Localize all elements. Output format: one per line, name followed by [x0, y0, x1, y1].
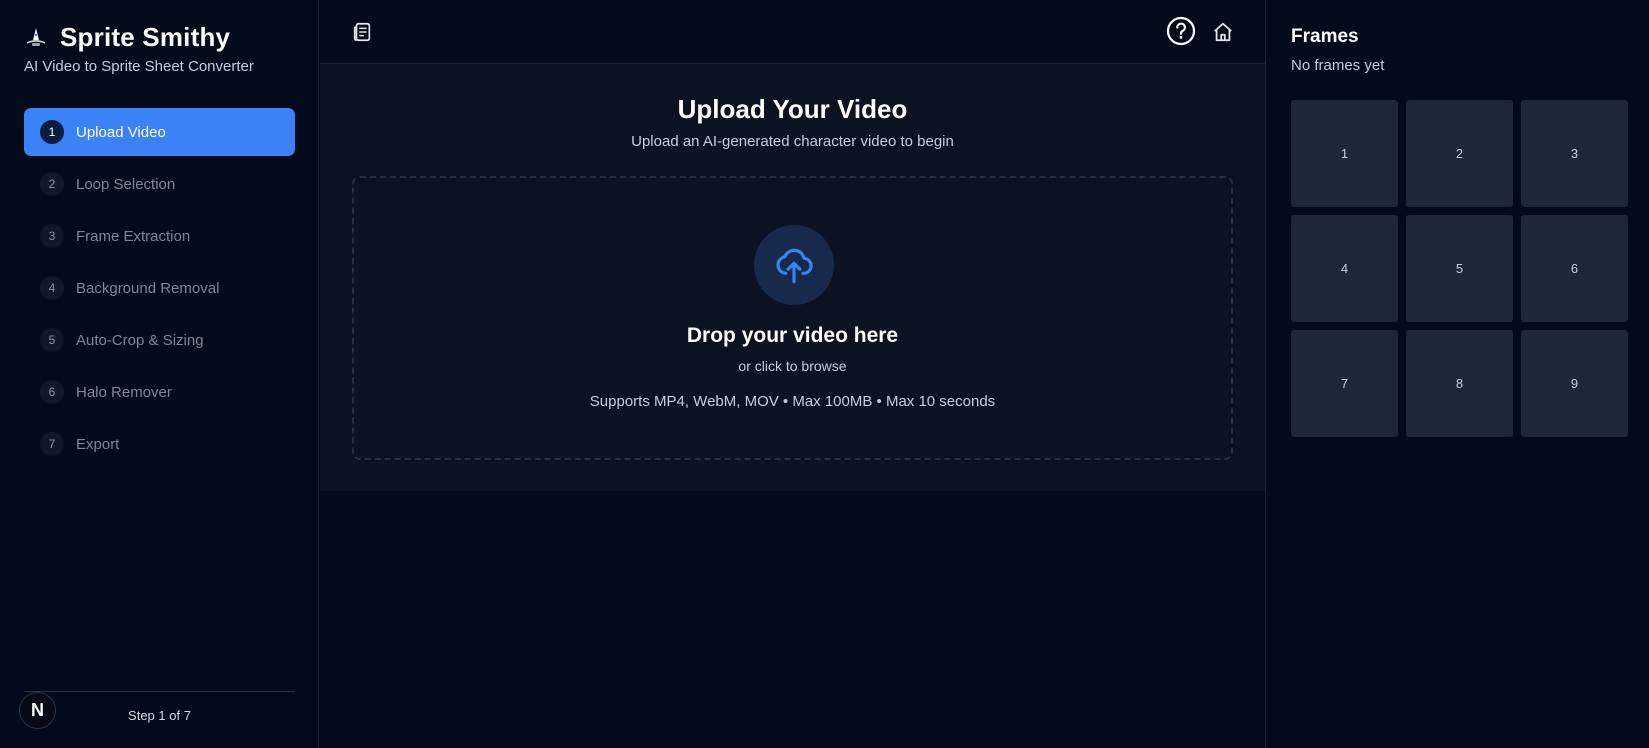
app-title: Sprite Smithy [60, 22, 231, 52]
documents-icon[interactable] [351, 21, 373, 43]
dropzone-title: Drop your video here [686, 324, 899, 347]
frame-slot: 9 [1521, 330, 1628, 437]
sidebar: Sprite Smithy AI Video to Sprite Sheet C… [0, 0, 319, 748]
step-label: Background Removal [76, 279, 220, 297]
dropzone-supported-formats: Supports MP4, WebM, MOV • Max 100MB • Ma… [589, 393, 996, 410]
dropzone-browse-text: or click to browse [738, 358, 847, 374]
step-number: 4 [40, 276, 64, 300]
frame-slot: 4 [1291, 215, 1398, 322]
frame-slot: 6 [1521, 215, 1628, 322]
main-area: Upload Your Video Upload an AI-generated… [320, 0, 1265, 748]
step-number: 2 [40, 172, 64, 196]
step-number: 7 [40, 432, 64, 456]
page-subtitle: Upload an AI-generated character video t… [631, 133, 954, 150]
step-label: Loop Selection [76, 175, 176, 193]
step-loop-selection[interactable]: 2 Loop Selection [24, 160, 295, 208]
frame-slot: 3 [1521, 100, 1628, 207]
frames-panel: Frames No frames yet 1 2 3 4 5 6 7 8 9 [1265, 0, 1649, 748]
frames-grid: 1 2 3 4 5 6 7 8 9 [1291, 100, 1628, 437]
step-label: Frame Extraction [76, 227, 191, 245]
upload-section: Upload Your Video Upload an AI-generated… [320, 64, 1265, 491]
step-label: Auto-Crop & Sizing [76, 331, 204, 349]
step-number: 5 [40, 328, 64, 352]
frame-slot: 2 [1406, 100, 1513, 207]
step-list: 1 Upload Video 2 Loop Selection 3 Frame … [24, 108, 295, 472]
wizard-hat-icon [27, 27, 45, 46]
step-auto-crop[interactable]: 5 Auto-Crop & Sizing [24, 316, 295, 364]
frame-slot: 1 [1291, 100, 1398, 207]
app-subtitle: AI Video to Sprite Sheet Converter [24, 58, 254, 75]
frames-status: No frames yet [1291, 57, 1385, 74]
step-background-removal[interactable]: 4 Background Removal [24, 264, 295, 312]
frame-slot: 7 [1291, 330, 1398, 437]
step-label: Halo Remover [76, 383, 172, 401]
avatar[interactable]: N [19, 692, 56, 729]
sidebar-footer: Step 1 of 7 [24, 691, 295, 723]
cloud-upload-icon [776, 248, 813, 284]
step-upload-video[interactable]: 1 Upload Video [24, 108, 295, 156]
step-frame-extraction[interactable]: 3 Frame Extraction [24, 212, 295, 260]
step-number: 3 [40, 224, 64, 248]
step-number: 6 [40, 380, 64, 404]
frames-title: Frames [1291, 26, 1359, 47]
step-halo-remover[interactable]: 6 Halo Remover [24, 368, 295, 416]
home-icon[interactable] [1212, 21, 1234, 43]
frame-slot: 8 [1406, 330, 1513, 437]
step-counter: Step 1 of 7 [128, 708, 191, 723]
step-label: Upload Video [76, 123, 166, 141]
brand: Sprite Smithy [24, 22, 230, 53]
help-circle-icon[interactable] [1166, 16, 1196, 46]
page-title: Upload Your Video [677, 94, 908, 124]
step-label: Export [76, 435, 120, 453]
frame-slot: 5 [1406, 215, 1513, 322]
video-dropzone[interactable]: Drop your video here or click to browse … [352, 176, 1233, 460]
step-number: 1 [40, 120, 64, 144]
upload-icon-circle [754, 225, 834, 305]
step-export[interactable]: 7 Export [24, 420, 295, 468]
top-bar [320, 0, 1265, 64]
